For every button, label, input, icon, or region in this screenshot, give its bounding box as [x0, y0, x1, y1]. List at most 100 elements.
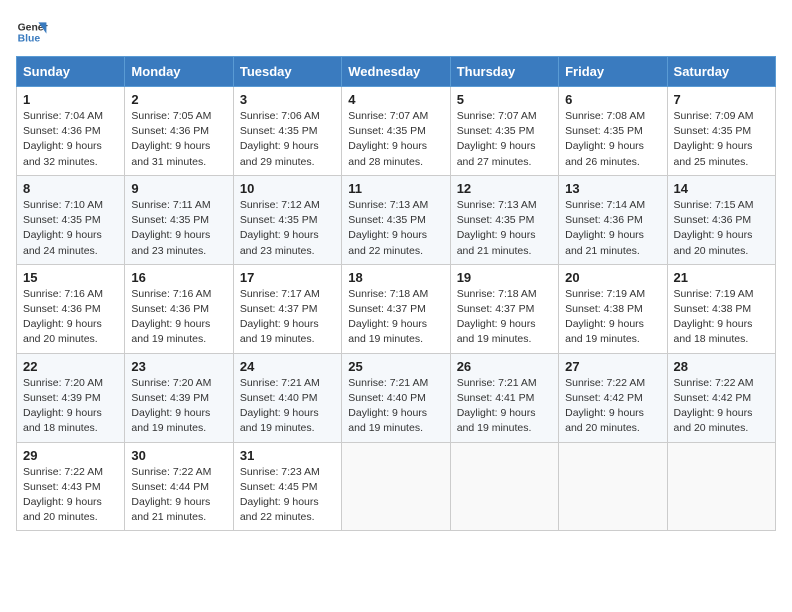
day-detail: Sunrise: 7:09 AMSunset: 4:35 PMDaylight:…	[674, 109, 769, 170]
day-detail: Sunrise: 7:19 AMSunset: 4:38 PMDaylight:…	[674, 287, 769, 348]
day-detail: Sunrise: 7:23 AMSunset: 4:45 PMDaylight:…	[240, 465, 335, 526]
day-detail: Sunrise: 7:05 AMSunset: 4:36 PMDaylight:…	[131, 109, 226, 170]
day-detail: Sunrise: 7:22 AMSunset: 4:42 PMDaylight:…	[565, 376, 660, 437]
calendar-day-cell: 1 Sunrise: 7:04 AMSunset: 4:36 PMDaylight…	[17, 87, 125, 176]
day-detail: Sunrise: 7:07 AMSunset: 4:35 PMDaylight:…	[348, 109, 443, 170]
calendar-week-row: 8 Sunrise: 7:10 AMSunset: 4:35 PMDaylight…	[17, 175, 776, 264]
day-number: 16	[131, 270, 226, 285]
calendar-day-cell: 12 Sunrise: 7:13 AMSunset: 4:35 PMDayligh…	[450, 175, 558, 264]
day-detail: Sunrise: 7:08 AMSunset: 4:35 PMDaylight:…	[565, 109, 660, 170]
column-header-sunday: Sunday	[17, 57, 125, 87]
calendar-week-row: 15 Sunrise: 7:16 AMSunset: 4:36 PMDayligh…	[17, 264, 776, 353]
calendar-day-cell	[450, 442, 558, 531]
day-number: 5	[457, 92, 552, 107]
day-number: 25	[348, 359, 443, 374]
calendar-day-cell: 13 Sunrise: 7:14 AMSunset: 4:36 PMDayligh…	[559, 175, 667, 264]
day-detail: Sunrise: 7:12 AMSunset: 4:35 PMDaylight:…	[240, 198, 335, 259]
day-number: 18	[348, 270, 443, 285]
calendar-day-cell: 9 Sunrise: 7:11 AMSunset: 4:35 PMDaylight…	[125, 175, 233, 264]
day-detail: Sunrise: 7:11 AMSunset: 4:35 PMDaylight:…	[131, 198, 226, 259]
calendar-week-row: 22 Sunrise: 7:20 AMSunset: 4:39 PMDayligh…	[17, 353, 776, 442]
day-detail: Sunrise: 7:21 AMSunset: 4:41 PMDaylight:…	[457, 376, 552, 437]
calendar-day-cell: 21Sunrise: 7:19 AMSunset: 4:38 PMDayligh…	[667, 264, 775, 353]
day-detail: Sunrise: 7:22 AMSunset: 4:43 PMDaylight:…	[23, 465, 118, 526]
calendar-day-cell	[559, 442, 667, 531]
day-number: 1	[23, 92, 118, 107]
day-detail: Sunrise: 7:04 AMSunset: 4:36 PMDaylight:…	[23, 109, 118, 170]
calendar-day-cell	[342, 442, 450, 531]
column-header-monday: Monday	[125, 57, 233, 87]
logo: General Blue	[16, 16, 48, 48]
column-header-friday: Friday	[559, 57, 667, 87]
calendar-day-cell: 31Sunrise: 7:23 AMSunset: 4:45 PMDayligh…	[233, 442, 341, 531]
calendar-day-cell	[667, 442, 775, 531]
calendar-day-cell: 15Sunrise: 7:16 AMSunset: 4:36 PMDayligh…	[17, 264, 125, 353]
day-detail: Sunrise: 7:21 AMSunset: 4:40 PMDaylight:…	[348, 376, 443, 437]
day-number: 2	[131, 92, 226, 107]
calendar-day-cell: 4Sunrise: 7:07 AMSunset: 4:35 PMDaylight…	[342, 87, 450, 176]
calendar-day-cell: 2 Sunrise: 7:05 AMSunset: 4:36 PMDaylight…	[125, 87, 233, 176]
calendar-day-cell: 6 Sunrise: 7:08 AMSunset: 4:35 PMDaylight…	[559, 87, 667, 176]
day-number: 15	[23, 270, 118, 285]
day-number: 20	[565, 270, 660, 285]
day-number: 10	[240, 181, 335, 196]
day-detail: Sunrise: 7:19 AMSunset: 4:38 PMDaylight:…	[565, 287, 660, 348]
calendar-header-row: SundayMondayTuesdayWednesdayThursdayFrid…	[17, 57, 776, 87]
calendar-day-cell: 23 Sunrise: 7:20 AMSunset: 4:39 PMDayligh…	[125, 353, 233, 442]
day-number: 23	[131, 359, 226, 374]
day-detail: Sunrise: 7:20 AMSunset: 4:39 PMDaylight:…	[131, 376, 226, 437]
page-header: General Blue	[16, 16, 776, 48]
svg-text:Blue: Blue	[18, 34, 41, 45]
calendar-day-cell: 26 Sunrise: 7:21 AMSunset: 4:41 PMDayligh…	[450, 353, 558, 442]
day-number: 27	[565, 359, 660, 374]
day-number: 13	[565, 181, 660, 196]
day-number: 14	[674, 181, 769, 196]
day-detail: Sunrise: 7:16 AMSunset: 4:36 PMDaylight:…	[131, 287, 226, 348]
day-number: 8	[23, 181, 118, 196]
column-header-wednesday: Wednesday	[342, 57, 450, 87]
day-detail: Sunrise: 7:06 AMSunset: 4:35 PMDaylight:…	[240, 109, 335, 170]
day-detail: Sunrise: 7:10 AMSunset: 4:35 PMDaylight:…	[23, 198, 118, 259]
day-number: 3	[240, 92, 335, 107]
calendar-day-cell: 19 Sunrise: 7:18 AMSunset: 4:37 PMDayligh…	[450, 264, 558, 353]
day-detail: Sunrise: 7:13 AMSunset: 4:35 PMDaylight:…	[457, 198, 552, 259]
calendar-day-cell: 25 Sunrise: 7:21 AMSunset: 4:40 PMDayligh…	[342, 353, 450, 442]
calendar-week-row: 29Sunrise: 7:22 AMSunset: 4:43 PMDayligh…	[17, 442, 776, 531]
calendar-day-cell: 16 Sunrise: 7:16 AMSunset: 4:36 PMDayligh…	[125, 264, 233, 353]
day-number: 22	[23, 359, 118, 374]
day-number: 12	[457, 181, 552, 196]
calendar-day-cell: 18 Sunrise: 7:18 AMSunset: 4:37 PMDayligh…	[342, 264, 450, 353]
day-detail: Sunrise: 7:15 AMSunset: 4:36 PMDaylight:…	[674, 198, 769, 259]
calendar-day-cell: 14 Sunrise: 7:15 AMSunset: 4:36 PMDayligh…	[667, 175, 775, 264]
calendar-week-row: 1 Sunrise: 7:04 AMSunset: 4:36 PMDaylight…	[17, 87, 776, 176]
day-detail: Sunrise: 7:14 AMSunset: 4:36 PMDaylight:…	[565, 198, 660, 259]
calendar-day-cell: 29Sunrise: 7:22 AMSunset: 4:43 PMDayligh…	[17, 442, 125, 531]
day-number: 19	[457, 270, 552, 285]
calendar-day-cell: 24 Sunrise: 7:21 AMSunset: 4:40 PMDayligh…	[233, 353, 341, 442]
column-header-thursday: Thursday	[450, 57, 558, 87]
calendar-day-cell: 28 Sunrise: 7:22 AMSunset: 4:42 PMDayligh…	[667, 353, 775, 442]
day-number: 6	[565, 92, 660, 107]
day-detail: Sunrise: 7:18 AMSunset: 4:37 PMDaylight:…	[457, 287, 552, 348]
day-detail: Sunrise: 7:20 AMSunset: 4:39 PMDaylight:…	[23, 376, 118, 437]
column-header-saturday: Saturday	[667, 57, 775, 87]
calendar-day-cell: 22 Sunrise: 7:20 AMSunset: 4:39 PMDayligh…	[17, 353, 125, 442]
calendar-day-cell: 5 Sunrise: 7:07 AMSunset: 4:35 PMDaylight…	[450, 87, 558, 176]
calendar-table: SundayMondayTuesdayWednesdayThursdayFrid…	[16, 56, 776, 531]
day-number: 9	[131, 181, 226, 196]
day-number: 11	[348, 181, 443, 196]
day-detail: Sunrise: 7:18 AMSunset: 4:37 PMDaylight:…	[348, 287, 443, 348]
calendar-day-cell: 30Sunrise: 7:22 AMSunset: 4:44 PMDayligh…	[125, 442, 233, 531]
day-detail: Sunrise: 7:13 AMSunset: 4:35 PMDaylight:…	[348, 198, 443, 259]
day-number: 17	[240, 270, 335, 285]
calendar-day-cell: 8 Sunrise: 7:10 AMSunset: 4:35 PMDaylight…	[17, 175, 125, 264]
day-number: 26	[457, 359, 552, 374]
day-number: 28	[674, 359, 769, 374]
day-detail: Sunrise: 7:22 AMSunset: 4:44 PMDaylight:…	[131, 465, 226, 526]
day-detail: Sunrise: 7:22 AMSunset: 4:42 PMDaylight:…	[674, 376, 769, 437]
calendar-day-cell: 10 Sunrise: 7:12 AMSunset: 4:35 PMDayligh…	[233, 175, 341, 264]
day-detail: Sunrise: 7:07 AMSunset: 4:35 PMDaylight:…	[457, 109, 552, 170]
day-detail: Sunrise: 7:21 AMSunset: 4:40 PMDaylight:…	[240, 376, 335, 437]
day-number: 24	[240, 359, 335, 374]
calendar-day-cell: 11 Sunrise: 7:13 AMSunset: 4:35 PMDayligh…	[342, 175, 450, 264]
